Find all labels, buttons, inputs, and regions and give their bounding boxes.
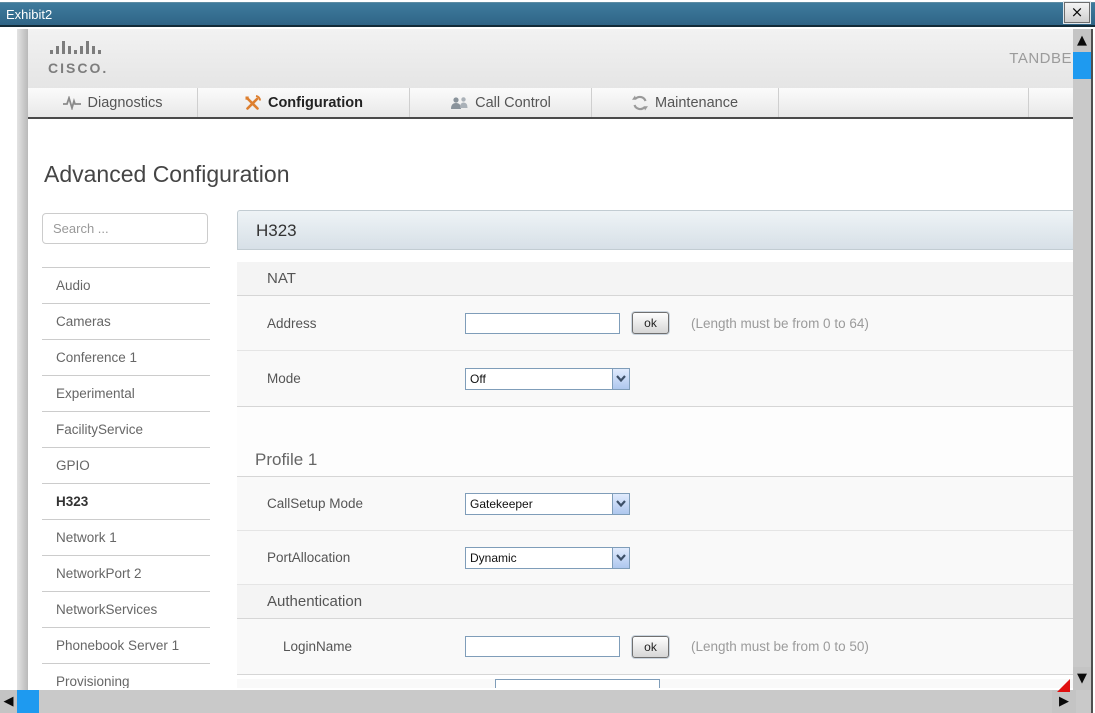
- sidebar-nav: Audio Cameras Conference 1 Experimental …: [42, 267, 210, 688]
- loginname-ok-button[interactable]: ok: [632, 636, 669, 658]
- loginname-input[interactable]: [465, 636, 620, 657]
- row-portallocation: PortAllocation Dynamic: [237, 531, 1073, 585]
- tab-label: Configuration: [268, 95, 363, 111]
- tab-configuration[interactable]: Configuration: [198, 88, 410, 117]
- settings-panel: H323 NAT Address ok (Length must be from…: [237, 210, 1073, 688]
- next-row-select-partial[interactable]: [495, 679, 660, 688]
- cisco-bars-icon: [48, 38, 104, 54]
- vertical-scrollbar[interactable]: ▲ ▼: [1073, 29, 1091, 690]
- callsetup-mode-label: CallSetup Mode: [237, 496, 465, 511]
- portallocation-select[interactable]: Dynamic: [465, 547, 630, 569]
- sidebar-item-conference1[interactable]: Conference 1: [42, 340, 210, 376]
- brand-logo: CISCO.: [48, 38, 108, 76]
- search-input[interactable]: [42, 213, 208, 244]
- scroll-right-button[interactable]: ▶: [1052, 690, 1076, 713]
- horizontal-scrollbar[interactable]: ◀ ▶: [0, 690, 1091, 713]
- refresh-icon: [632, 95, 648, 111]
- select-arrow-button[interactable]: [612, 494, 629, 514]
- chevron-down-icon: [616, 500, 626, 507]
- panel-title: H323: [237, 210, 1073, 250]
- site-header: CISCO. TANDBE: [28, 29, 1073, 88]
- select-value: Dynamic: [466, 551, 612, 565]
- sidebar-item-networkservices[interactable]: NetworkServices: [42, 592, 210, 628]
- address-ok-button[interactable]: ok: [632, 312, 669, 334]
- page-title: Advanced Configuration: [44, 161, 290, 188]
- crossed-tools-icon: [244, 95, 261, 111]
- tab-label: Diagnostics: [88, 95, 163, 111]
- tab-maintenance[interactable]: Maintenance: [592, 88, 779, 117]
- scroll-down-icon: ▼: [1077, 672, 1087, 685]
- spacer: [237, 407, 1073, 439]
- close-button[interactable]: ×: [1064, 2, 1090, 23]
- section-nat-header: NAT: [237, 262, 1073, 296]
- row-partial-next: [237, 679, 1073, 688]
- people-icon: [450, 96, 468, 110]
- mode-label: Mode: [237, 371, 465, 386]
- tab-label: Call Control: [475, 95, 551, 111]
- tab-diagnostics[interactable]: Diagnostics: [28, 88, 198, 117]
- row-address: Address ok (Length must be from 0 to 64): [237, 296, 1073, 351]
- horizontal-scroll-thumb[interactable]: [17, 690, 39, 713]
- row-loginname: LoginName ok (Length must be from 0 to 5…: [237, 619, 1073, 675]
- scroll-up-button[interactable]: ▲: [1073, 29, 1091, 52]
- sidebar-item-cameras[interactable]: Cameras: [42, 304, 210, 340]
- loginname-label: LoginName: [237, 639, 465, 654]
- sidebar-item-gpio[interactable]: GPIO: [42, 448, 210, 484]
- scroll-left-button[interactable]: ◀: [0, 690, 17, 713]
- scroll-left-icon: ◀: [4, 695, 14, 708]
- close-icon: ×: [1071, 5, 1084, 20]
- sidebar-item-audio[interactable]: Audio: [42, 268, 210, 304]
- spacer: [237, 250, 1073, 262]
- red-corner-marker: [1057, 679, 1070, 692]
- pulse-icon: [63, 96, 81, 110]
- row-callsetup-mode: CallSetup Mode Gatekeeper: [237, 477, 1073, 531]
- select-value: Off: [466, 372, 612, 386]
- sidebar-item-phonebookserver1[interactable]: Phonebook Server 1: [42, 628, 210, 664]
- vertical-scroll-thumb[interactable]: [1073, 52, 1091, 79]
- portallocation-label: PortAllocation: [237, 550, 465, 565]
- chevron-down-icon: [616, 375, 626, 382]
- sidebar-item-provisioning[interactable]: Provisioning: [42, 664, 210, 688]
- web-page: CISCO. TANDBE Diagnostics Configuration: [28, 29, 1073, 688]
- chevron-down-icon: [616, 554, 626, 561]
- window-titlebar[interactable]: Exhibit2: [0, 2, 1095, 27]
- window-title: Exhibit2: [6, 7, 52, 22]
- tab-label: Maintenance: [655, 95, 738, 111]
- select-arrow-button[interactable]: [612, 369, 629, 389]
- sidebar-item-h323[interactable]: H323: [42, 484, 210, 520]
- partner-text: TANDBE: [1009, 50, 1072, 67]
- loginname-hint: (Length must be from 0 to 50): [691, 639, 869, 654]
- address-hint: (Length must be from 0 to 64): [691, 316, 869, 331]
- select-arrow-button[interactable]: [612, 548, 629, 568]
- mode-select[interactable]: Off: [465, 368, 630, 390]
- row-mode: Mode Off: [237, 351, 1073, 407]
- callsetup-mode-select[interactable]: Gatekeeper: [465, 493, 630, 515]
- tab-bar: Diagnostics Configuration Call C: [28, 88, 1073, 119]
- sidebar-item-network1[interactable]: Network 1: [42, 520, 210, 556]
- exhibit-window: Exhibit2 ×: [0, 0, 1095, 713]
- address-label: Address: [237, 316, 465, 331]
- scroll-down-button[interactable]: ▼: [1073, 667, 1091, 690]
- sidebar-item-experimental[interactable]: Experimental: [42, 376, 210, 412]
- tab-call-control[interactable]: Call Control: [410, 88, 592, 117]
- brand-wordmark: CISCO.: [48, 60, 108, 76]
- select-value: Gatekeeper: [466, 497, 612, 511]
- sidebar-item-facilityservice[interactable]: FacilityService: [42, 412, 210, 448]
- tab-bar-filler: [779, 88, 1029, 117]
- section-profile1-header: Profile 1: [237, 439, 1073, 477]
- sidebar-item-networkport2[interactable]: NetworkPort 2: [42, 556, 210, 592]
- window-right-border: [1091, 29, 1093, 713]
- page-left-shadow: [17, 29, 28, 690]
- section-authentication-header: Authentication: [237, 585, 1073, 619]
- tab-bar-filler: [1029, 88, 1073, 117]
- address-input[interactable]: [465, 313, 620, 334]
- scroll-right-icon: ▶: [1059, 695, 1069, 708]
- scroll-up-icon: ▲: [1077, 34, 1087, 47]
